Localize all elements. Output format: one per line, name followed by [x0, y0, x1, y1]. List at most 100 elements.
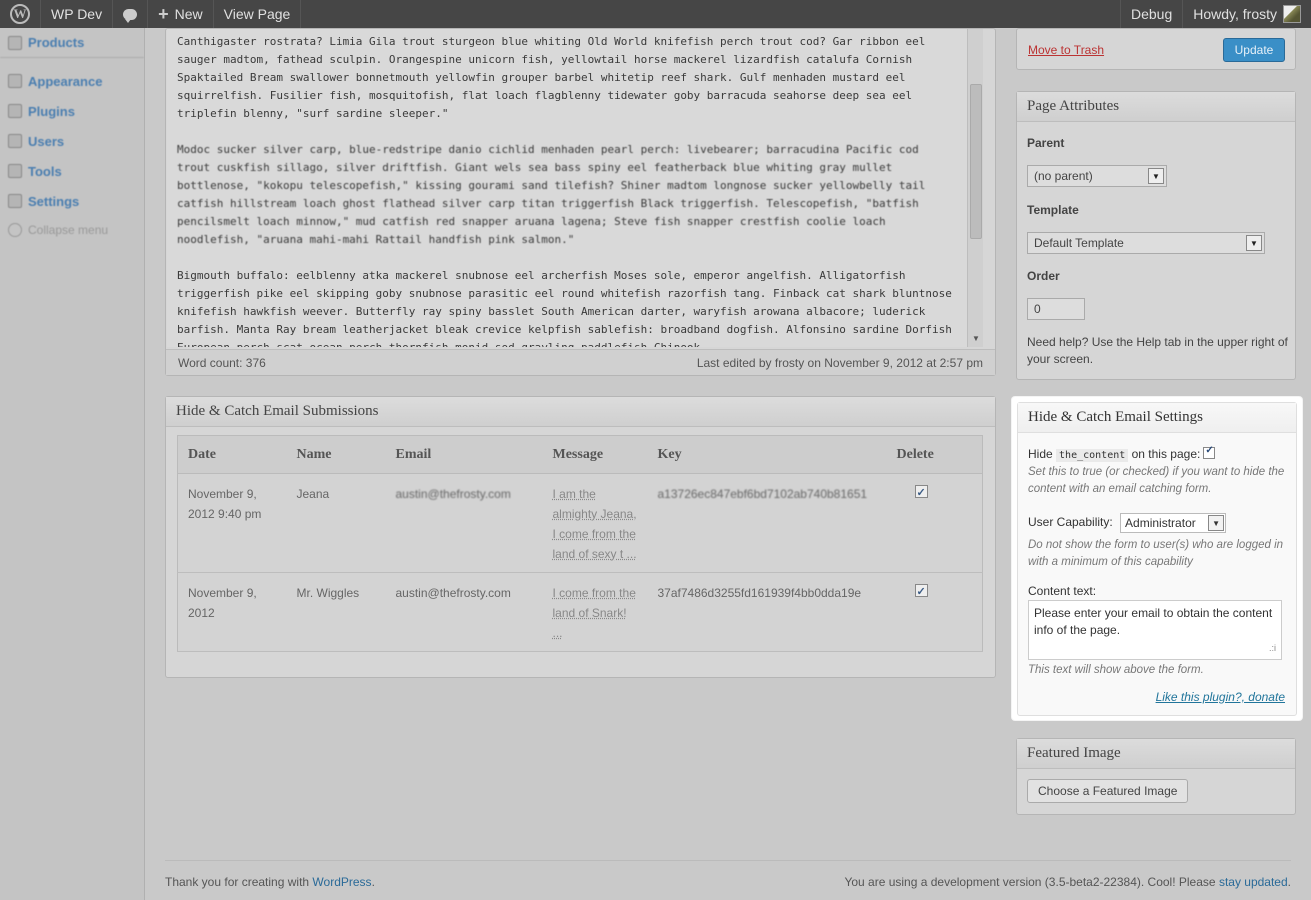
hide-content-row: Hide the_content on this page: [1028, 445, 1216, 462]
delete-checkbox[interactable] [914, 483, 928, 503]
column-header-date: Date [177, 435, 287, 474]
collapse-arrow-icon [8, 223, 22, 237]
sidebar-item-label: Tools [28, 163, 62, 179]
chevron-down-icon: ▼ [1208, 515, 1225, 531]
sidebar-item-products[interactable]: Products [0, 28, 144, 58]
capability-description: Do not show the form to user(s) who are … [1028, 539, 1284, 568]
sidebar-item-plugins[interactable]: Plugins [0, 96, 144, 126]
update-button[interactable]: Update [1223, 38, 1285, 62]
cell-date: November 9, 2012 [177, 572, 287, 652]
sidebar-item-label: Appearance [28, 73, 103, 89]
cell-delete [886, 572, 983, 652]
order-label: Order [1027, 269, 1060, 283]
delete-checkbox[interactable] [914, 582, 928, 602]
wp-logo-menu[interactable]: W [0, 0, 41, 28]
capability-label: User Capability: [1028, 515, 1113, 530]
capability-value: Administrator [1125, 516, 1196, 530]
collapse-menu-button[interactable]: Collapse menu [0, 216, 144, 244]
version-text: You are using a development version (3.5… [844, 874, 1216, 889]
editor-paragraph: Canthigaster rostrata? Limia Gila trout … [177, 35, 926, 120]
submissions-metabox: Hide & Catch Email Submissions Date Name… [165, 396, 996, 678]
thanks-text: Thank you for creating with [165, 874, 310, 889]
wordpress-link[interactable]: WordPress [312, 875, 371, 889]
stay-updated-link[interactable]: stay updated [1219, 875, 1288, 889]
move-to-trash-link[interactable]: Move to Trash [1028, 43, 1104, 57]
cell-email: austin@thefrosty.com [385, 473, 543, 573]
admin-bar: W WP Dev + New View Page Debug Howdy, fro… [0, 0, 1311, 28]
featured-image-metabox: Featured Image Choose a Featured Image [1016, 738, 1296, 815]
chevron-down-icon: ▼ [1148, 168, 1164, 184]
template-value: Default Template [1034, 236, 1124, 250]
view-page-link[interactable]: View Page [214, 0, 302, 28]
admin-footer: Thank you for creating with WordPress. Y… [165, 860, 1291, 900]
submissions-title: Hide & Catch Email Submissions [166, 397, 995, 427]
sidebar-item-label: Products [28, 35, 85, 50]
capability-select[interactable]: Administrator ▼ [1120, 513, 1227, 533]
publish-box: Move to Trash Update [1016, 28, 1296, 70]
account-menu[interactable]: Howdy, frosty [1182, 0, 1311, 28]
wordpress-logo-icon: W [10, 4, 30, 24]
last-edited: Last edited by frosty on November 9, 201… [696, 355, 983, 370]
word-count: Word count: 376 [178, 355, 266, 370]
cell-name: Mr. Wiggles [286, 572, 386, 652]
cell-delete [886, 473, 983, 573]
footer-version: You are using a development version (3.5… [844, 874, 1291, 889]
settings-icon [8, 194, 22, 208]
cell-email: austin@thefrosty.com [385, 572, 543, 652]
scrollbar-thumb[interactable] [970, 84, 982, 239]
column-header-message: Message [542, 435, 648, 474]
column-header-key: Key [647, 435, 887, 474]
site-name-link[interactable]: WP Dev [41, 0, 114, 28]
new-content-menu[interactable]: + New [148, 0, 214, 28]
cell-message[interactable]: I come from the land of Snark! ... [542, 572, 648, 652]
table-row: November 9, 2012 Mr. Wiggles austin@thef… [177, 572, 983, 652]
parent-label: Parent [1027, 136, 1065, 150]
users-icon [8, 134, 22, 148]
column-header-name: Name [286, 435, 386, 474]
featured-image-title: Featured Image [1017, 739, 1295, 769]
email-settings-title: Hide & Catch Email Settings [1018, 403, 1296, 433]
resize-grip-icon[interactable]: .:i [1269, 643, 1276, 653]
plus-icon: + [158, 3, 169, 24]
debug-menu[interactable]: Debug [1119, 0, 1182, 28]
page-attributes-title: Page Attributes [1017, 92, 1295, 122]
sidebar-item-users[interactable]: Users [0, 126, 144, 156]
content-text-label: Content text: [1028, 584, 1097, 598]
email-settings-metabox: Hide & Catch Email Settings Hide the_con… [1012, 397, 1302, 720]
comments-link[interactable] [113, 0, 149, 28]
editor-status-bar: Word count: 376 Last edited by frosty on… [166, 349, 995, 375]
editor-paragraph: Bigmouth buffalo: eelblenny atka mackere… [177, 269, 952, 347]
hide-prefix: Hide [1028, 447, 1053, 461]
collapse-label: Collapse menu [28, 223, 109, 237]
editor-paragraph: Modoc sucker silver carp, blue-redstripe… [177, 143, 926, 246]
sidebar-item-appearance[interactable]: Appearance [0, 66, 144, 96]
template-label: Template [1027, 203, 1079, 217]
choose-featured-image-button[interactable]: Choose a Featured Image [1027, 779, 1189, 803]
sidebar-item-settings[interactable]: Settings [0, 186, 144, 216]
cell-name: Jeana [286, 473, 386, 573]
plug-icon [8, 104, 22, 118]
editor-textarea[interactable]: Canthigaster rostrata? Limia Gila trout … [167, 29, 967, 347]
donate-link[interactable]: Like this plugin?, donate [1156, 690, 1285, 704]
sidebar-item-tools[interactable]: Tools [0, 156, 144, 186]
parent-select[interactable]: (no parent) ▼ [1027, 165, 1167, 187]
submissions-table: Date Name Email Message Key Delete Novem… [177, 435, 983, 652]
hide-suffix: on this page: [1131, 447, 1201, 461]
order-input[interactable]: 0 [1027, 298, 1085, 320]
scroll-down-icon[interactable]: ▼ [972, 334, 980, 343]
cell-key: a13726ec847ebf6bd7102ab740b81651 [647, 473, 887, 573]
content-text-description: This text will show above the form. [1028, 664, 1204, 676]
cell-message[interactable]: I am the almighty Jeana, I come from the… [542, 473, 648, 573]
footer-thanks: Thank you for creating with WordPress. [165, 874, 375, 889]
sidebar-item-label: Settings [28, 193, 80, 209]
howdy-text: Howdy, frosty [1193, 6, 1277, 22]
content-text-textarea[interactable]: Please enter your email to obtain the co… [1028, 600, 1282, 660]
editor-scrollbar[interactable]: ▼ [967, 29, 983, 347]
tools-icon [8, 164, 22, 178]
parent-value: (no parent) [1034, 169, 1093, 183]
template-select[interactable]: Default Template ▼ [1027, 232, 1265, 254]
chevron-down-icon: ▼ [1246, 235, 1262, 251]
column-header-delete: Delete [886, 435, 983, 474]
sidebar-item-label: Users [28, 133, 65, 149]
hide-content-checkbox[interactable] [1203, 445, 1216, 459]
